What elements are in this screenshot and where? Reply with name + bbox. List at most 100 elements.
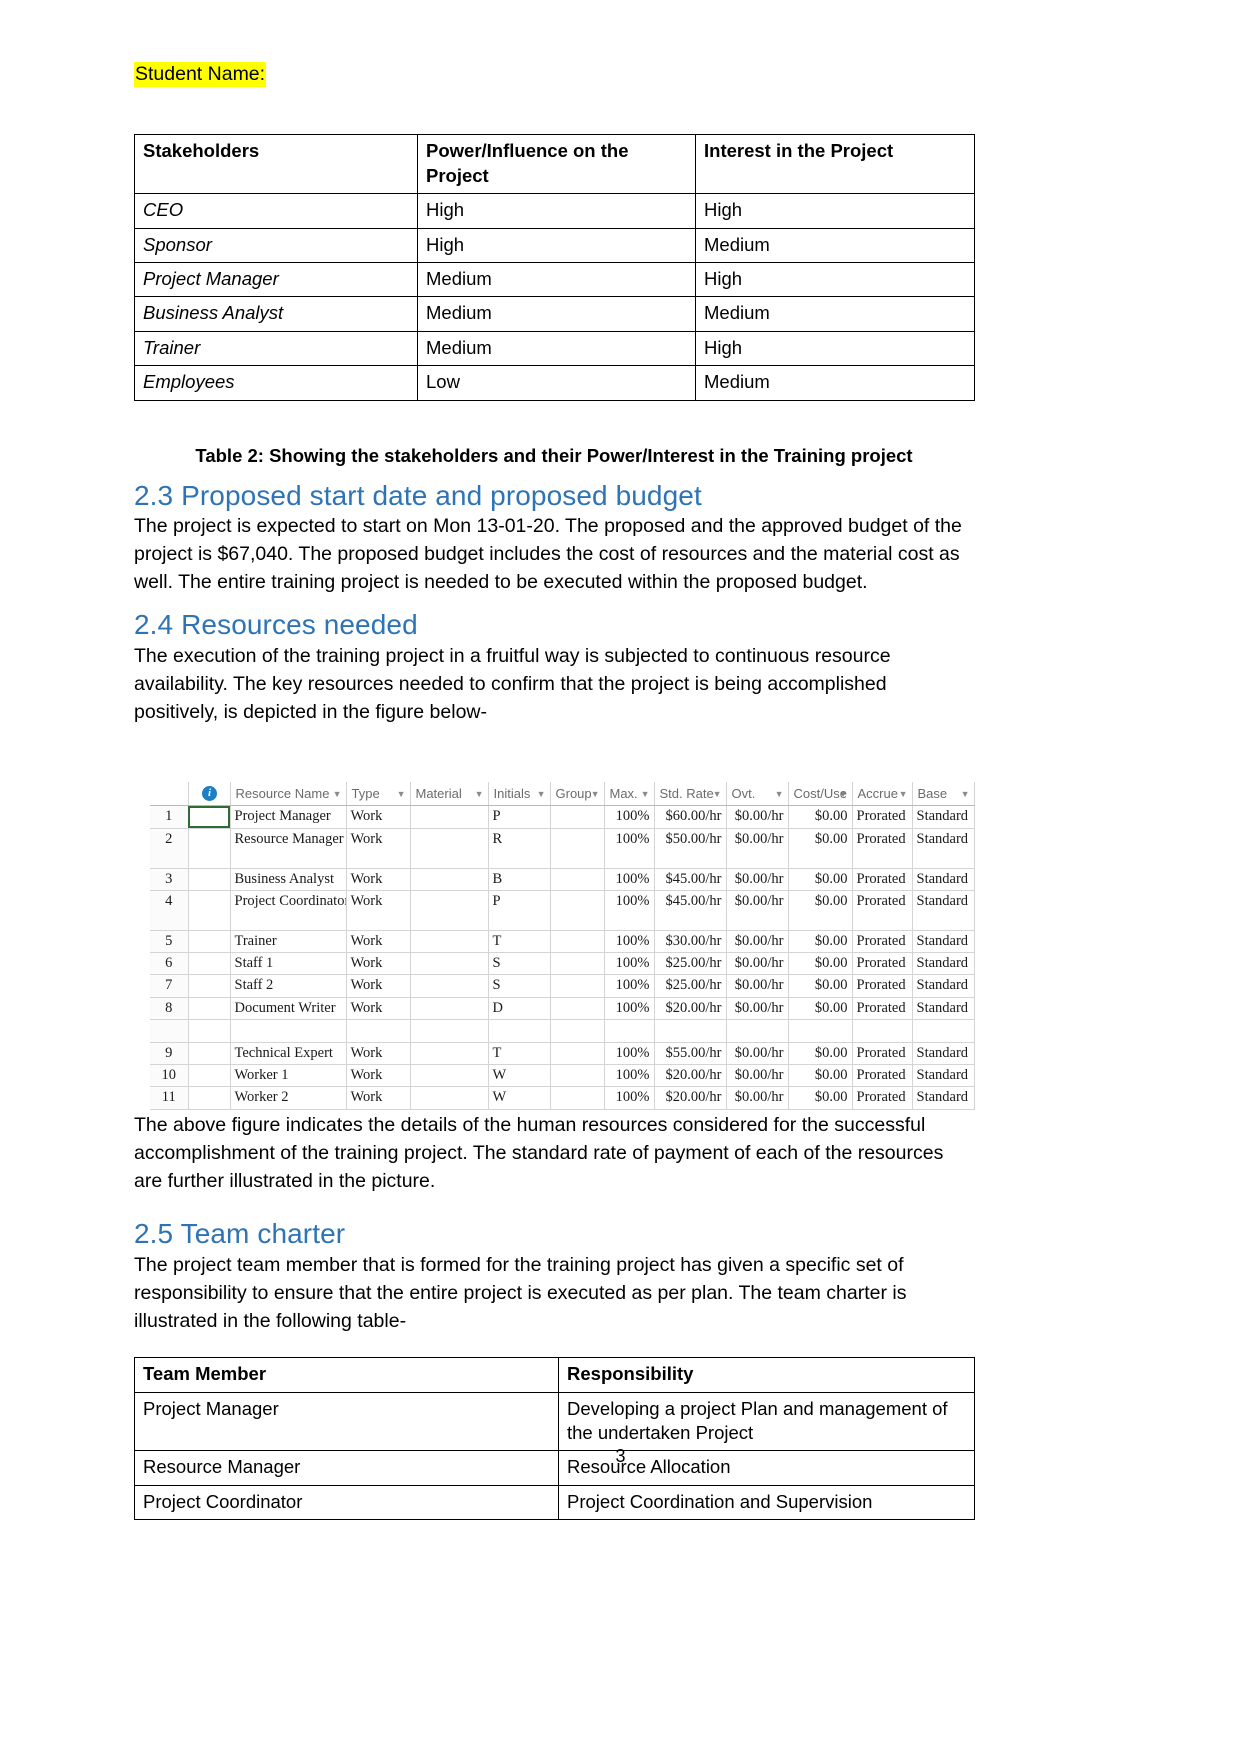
cell-accrue[interactable]: Prorated: [852, 890, 913, 931]
cell-base[interactable]: Standard: [912, 1042, 975, 1066]
indicator-cell[interactable]: [188, 828, 231, 869]
cell-accrue[interactable]: Prorated: [852, 1086, 913, 1110]
indicator-cell[interactable]: [188, 1019, 231, 1043]
cell-cost-use[interactable]: $0.00: [788, 868, 853, 891]
cell-accrue[interactable]: Prorated: [852, 828, 913, 869]
cell-resource-name[interactable]: Project Manager: [230, 805, 347, 829]
cell-type[interactable]: Work: [346, 1086, 411, 1110]
cell-resource-name[interactable]: Document Writer: [230, 997, 347, 1020]
cell-max[interactable]: [604, 1019, 655, 1043]
cell-resource-name[interactable]: Technical Expert: [230, 1042, 347, 1066]
cell-base[interactable]: Standard: [912, 828, 975, 869]
indicator-cell[interactable]: [188, 1064, 231, 1088]
cell-max[interactable]: 100%: [604, 997, 655, 1020]
cell-resource-name[interactable]: Staff 1: [230, 952, 347, 976]
col-header-ovt[interactable]: ▼ Ovt.: [726, 782, 789, 807]
cell-group[interactable]: [550, 890, 605, 931]
chevron-down-icon[interactable]: ▼: [397, 787, 406, 801]
cell-type[interactable]: Work: [346, 1064, 411, 1088]
cell-base[interactable]: Standard: [912, 997, 975, 1020]
col-header-base[interactable]: ▼ Base: [912, 782, 975, 807]
cell-accrue[interactable]: Prorated: [852, 974, 913, 998]
cell-material[interactable]: [410, 997, 489, 1020]
cell-accrue[interactable]: Prorated: [852, 868, 913, 891]
cell-cost-use[interactable]: $0.00: [788, 828, 853, 869]
cell-group[interactable]: [550, 868, 605, 891]
cell-cost-use[interactable]: $0.00: [788, 805, 853, 829]
cell-cost-use[interactable]: [788, 1019, 853, 1043]
cell-accrue[interactable]: Prorated: [852, 805, 913, 829]
cell-material[interactable]: [410, 868, 489, 891]
cell-cost-use[interactable]: $0.00: [788, 997, 853, 1020]
cell-ovt[interactable]: $0.00/hr: [726, 974, 789, 998]
cell-ovt[interactable]: $0.00/hr: [726, 868, 789, 891]
chevron-down-icon[interactable]: ▼: [641, 787, 650, 801]
cell-group[interactable]: [550, 805, 605, 829]
cell-material[interactable]: [410, 890, 489, 931]
cell-material[interactable]: [410, 1019, 489, 1043]
cell-base[interactable]: Standard: [912, 805, 975, 829]
cell-material[interactable]: [410, 1042, 489, 1066]
cell-ovt[interactable]: $0.00/hr: [726, 952, 789, 976]
cell-accrue[interactable]: Prorated: [852, 930, 913, 954]
cell-accrue[interactable]: Prorated: [852, 1064, 913, 1088]
cell-base[interactable]: [912, 1019, 975, 1043]
cell-std-rate[interactable]: $25.00/hr: [654, 974, 727, 998]
cell-std-rate[interactable]: $45.00/hr: [654, 890, 727, 931]
col-header-cost-use[interactable]: ▼ Cost/Use: [788, 782, 853, 807]
cell-initials[interactable]: W: [488, 1064, 551, 1088]
cell-material[interactable]: [410, 974, 489, 998]
chevron-down-icon[interactable]: ▼: [537, 787, 546, 801]
cell-resource-name[interactable]: Staff 2: [230, 974, 347, 998]
cell-accrue[interactable]: Prorated: [852, 1042, 913, 1066]
cell-max[interactable]: 100%: [604, 805, 655, 829]
cell-resource-name[interactable]: Project Coordinator: [230, 890, 347, 931]
indicator-cell[interactable]: [188, 890, 231, 931]
cell-std-rate[interactable]: $20.00/hr: [654, 1064, 727, 1088]
cell-resource-name[interactable]: Resource Manager: [230, 828, 347, 869]
cell-cost-use[interactable]: $0.00: [788, 952, 853, 976]
cell-ovt[interactable]: $0.00/hr: [726, 890, 789, 931]
chevron-down-icon[interactable]: ▼: [475, 787, 484, 801]
resource-row[interactable]: 8 Document Writer Work D 100% $20.00/hr …: [150, 997, 975, 1020]
resource-row[interactable]: 10 Worker 1 Work W 100% $20.00/hr $0.00/…: [150, 1064, 975, 1088]
resource-row[interactable]: 1 Project Manager Work P 100% $60.00/hr …: [150, 805, 975, 829]
cell-ovt[interactable]: $0.00/hr: [726, 1086, 789, 1110]
col-header-type[interactable]: ▼ Type: [346, 782, 411, 807]
resource-row[interactable]: 9 Technical Expert Work T 100% $55.00/hr…: [150, 1042, 975, 1066]
cell-group[interactable]: [550, 1042, 605, 1066]
cell-material[interactable]: [410, 1086, 489, 1110]
cell-ovt[interactable]: $0.00/hr: [726, 805, 789, 829]
chevron-down-icon[interactable]: ▼: [775, 787, 784, 801]
cell-cost-use[interactable]: $0.00: [788, 930, 853, 954]
cell-base[interactable]: Standard: [912, 930, 975, 954]
cell-group[interactable]: [550, 828, 605, 869]
cell-accrue[interactable]: Prorated: [852, 952, 913, 976]
cell-ovt[interactable]: $0.00/hr: [726, 1064, 789, 1088]
cell-cost-use[interactable]: $0.00: [788, 974, 853, 998]
cell-initials[interactable]: [488, 1019, 551, 1043]
cell-base[interactable]: Standard: [912, 890, 975, 931]
chevron-down-icon[interactable]: ▼: [899, 787, 908, 801]
chevron-down-icon[interactable]: ▼: [333, 787, 342, 801]
cell-initials[interactable]: D: [488, 997, 551, 1020]
cell-group[interactable]: [550, 997, 605, 1020]
cell-initials[interactable]: B: [488, 868, 551, 891]
cell-initials[interactable]: R: [488, 828, 551, 869]
cell-cost-use[interactable]: $0.00: [788, 1064, 853, 1088]
cell-max[interactable]: 100%: [604, 1064, 655, 1088]
cell-std-rate[interactable]: $30.00/hr: [654, 930, 727, 954]
cell-accrue[interactable]: Prorated: [852, 997, 913, 1020]
indicator-cell[interactable]: [188, 997, 231, 1020]
cell-std-rate[interactable]: $45.00/hr: [654, 868, 727, 891]
cell-resource-name[interactable]: Trainer: [230, 930, 347, 954]
cell-std-rate[interactable]: $25.00/hr: [654, 952, 727, 976]
cell-group[interactable]: [550, 952, 605, 976]
cell-std-rate[interactable]: $20.00/hr: [654, 997, 727, 1020]
cell-base[interactable]: Standard: [912, 952, 975, 976]
cell-type[interactable]: Work: [346, 805, 411, 829]
cell-resource-name[interactable]: Worker 1: [230, 1064, 347, 1088]
resource-row[interactable]: 2 Resource Manager Work R 100% $50.00/hr…: [150, 828, 975, 869]
col-header-accrue[interactable]: ▼ Accrue: [852, 782, 913, 807]
cell-type[interactable]: Work: [346, 930, 411, 954]
